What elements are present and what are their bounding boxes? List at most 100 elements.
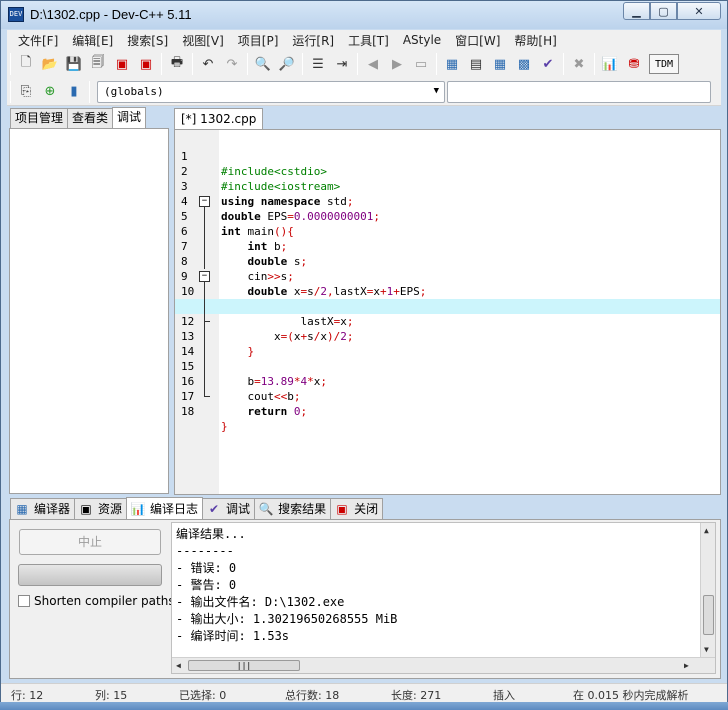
- code-line[interactable]: 9 double x=s/2,lastX=x+1+EPS;: [175, 254, 720, 298]
- menu-edit[interactable]: 编辑[E]: [65, 32, 120, 49]
- redo-icon[interactable]: ↷: [222, 54, 242, 74]
- code-editor[interactable]: 1 #include<cstdio> 2 #include<iostream> …: [174, 129, 721, 495]
- goto-line-icon[interactable]: ⇥: [332, 54, 352, 74]
- code-line[interactable]: 4 double EPS=0.0000000001;: [175, 179, 720, 223]
- toolbar-separator: [357, 53, 358, 75]
- code-line[interactable]: 15 b=13.89*4*x;: [175, 344, 720, 388]
- maximize-button[interactable]: ▢: [650, 2, 677, 20]
- compiler-select[interactable]: TDM: [649, 54, 679, 74]
- code-line[interactable]: 5 int main(){: [175, 194, 720, 238]
- grid-icon: ▦: [16, 502, 28, 516]
- tab-compile-log-label: 编译日志: [150, 501, 199, 516]
- code-line[interactable]: 13 }: [175, 314, 720, 358]
- print-icon[interactable]: 🖶: [167, 54, 187, 74]
- save-icon[interactable]: 💾: [64, 54, 84, 74]
- secondary-toolbar: ⎘ ⊕ ▮ (globals) ▼: [7, 78, 721, 106]
- tab-debug-output[interactable]: ✔ 调试: [202, 498, 256, 519]
- code-line[interactable]: 17 return 0;: [175, 374, 720, 418]
- tab-debug[interactable]: 调试: [112, 107, 147, 128]
- tab-close[interactable]: ▣ 关闭: [330, 498, 384, 519]
- stop-execution-icon[interactable]: ✖: [569, 54, 589, 74]
- menu-astyle[interactable]: AStyle: [396, 33, 448, 47]
- replace-icon[interactable]: 🔎: [277, 54, 297, 74]
- menu-window[interactable]: 窗口[W]: [448, 32, 507, 49]
- fold-collapse-icon[interactable]: −: [199, 196, 210, 207]
- function-combo[interactable]: [447, 80, 711, 103]
- tab-search-results[interactable]: 🔍 搜索结果: [254, 498, 332, 519]
- log-vertical-scrollbar[interactable]: ▲ ▼: [700, 523, 715, 657]
- code-line[interactable]: 1 #include<cstdio>: [175, 134, 720, 178]
- compile-run-icon[interactable]: ▦: [490, 54, 510, 74]
- menu-search[interactable]: 搜索[S]: [120, 32, 175, 49]
- menu-tools[interactable]: 工具[T]: [341, 32, 396, 49]
- code-line-current[interactable]: 12 x=(x+s/x)/2;: [175, 299, 720, 343]
- scroll-left-icon[interactable]: ◀: [176, 661, 181, 670]
- log-line: - 输出大小: 1.30219650268555 MiB: [176, 612, 398, 626]
- delete-profile-icon[interactable]: ⛃: [624, 54, 644, 74]
- taskbar-strip: [0, 702, 728, 710]
- shorten-paths-checkbox[interactable]: [18, 595, 30, 607]
- undo-icon[interactable]: ↶: [198, 54, 218, 74]
- bookmark-next-icon[interactable]: ▶: [387, 54, 407, 74]
- project-options-icon[interactable]: ▮: [64, 82, 84, 102]
- scroll-up-icon[interactable]: ▲: [704, 526, 709, 535]
- toolbar-separator: [89, 80, 90, 103]
- tab-compile-log[interactable]: 📊 编译日志: [126, 497, 204, 519]
- code-line[interactable]: 11 lastX=x;: [175, 284, 720, 328]
- tab-resources[interactable]: ▣ 资源: [74, 498, 128, 519]
- status-total-lines: 总行数: 18: [285, 689, 340, 702]
- run-icon[interactable]: ▤: [466, 54, 486, 74]
- menu-project[interactable]: 项目[P]: [231, 32, 286, 49]
- code-line[interactable]: 14: [175, 329, 720, 358]
- bookmark-prev-icon[interactable]: ◀: [363, 54, 383, 74]
- scroll-down-icon[interactable]: ▼: [704, 645, 709, 654]
- tab-1302-cpp[interactable]: [*] 1302.cpp: [174, 108, 264, 129]
- scope-combo[interactable]: (globals) ▼: [97, 80, 445, 103]
- tab-class-view[interactable]: 查看类: [67, 108, 114, 128]
- indent-icon[interactable]: ☰: [308, 54, 328, 74]
- stop-button[interactable]: 中止: [19, 529, 161, 555]
- debug-panel[interactable]: [9, 128, 169, 494]
- minimize-button[interactable]: ▁: [623, 2, 650, 20]
- menu-run[interactable]: 运行[R]: [285, 32, 341, 49]
- menu-view[interactable]: 视图[V]: [175, 32, 231, 49]
- code-line[interactable]: 6 int b;: [175, 209, 720, 253]
- add-file-icon[interactable]: ⊕: [40, 82, 60, 102]
- tab-compiler[interactable]: ▦ 编译器: [10, 498, 76, 519]
- close-file-icon[interactable]: ▣: [112, 54, 132, 74]
- chevron-down-icon[interactable]: ▼: [434, 86, 439, 96]
- log-horizontal-scroll-thumb[interactable]: |||: [188, 660, 300, 671]
- compile-log-panel: 中止 Shorten compiler paths 编译结果... ------…: [9, 519, 721, 679]
- new-file-icon[interactable]: 🗋: [16, 54, 36, 74]
- rebuild-all-icon[interactable]: ▩: [514, 54, 534, 74]
- compile-icon[interactable]: ▦: [442, 54, 462, 74]
- title-bar: DEV D:\1302.cpp - Dev-C++ 5.11 ▁ ▢ ✕: [1, 1, 727, 29]
- tab-project-manager[interactable]: 项目管理: [10, 108, 69, 128]
- code-line[interactable]: 10 while(x-lastX>EPS||lastX-x>EPS){: [175, 269, 720, 313]
- class-browser-icon[interactable]: ⎘: [16, 82, 36, 102]
- find-icon[interactable]: 🔍: [253, 54, 273, 74]
- fold-collapse-icon[interactable]: −: [199, 271, 210, 282]
- code-text: return 0;: [247, 405, 308, 418]
- code-line[interactable]: 18 }: [175, 389, 720, 433]
- syntax-check-icon[interactable]: ✔: [538, 54, 558, 74]
- menu-help[interactable]: 帮助[H]: [507, 32, 563, 49]
- main-toolbar: 🗋 📂 💾 🗐 ▣ ▣ 🖶 ↶ ↷ 🔍 🔎 ☰ ⇥ ◀ ▶ ▭ ▦ ▤ ▦ ▩ …: [7, 50, 721, 78]
- menu-file[interactable]: 文件[F]: [11, 32, 65, 49]
- code-line[interactable]: 16 cout<<b;: [175, 359, 720, 403]
- shorten-paths-option[interactable]: Shorten compiler paths: [18, 594, 175, 608]
- scroll-right-icon[interactable]: ▶: [684, 661, 689, 670]
- compile-log-output[interactable]: 编译结果... -------- - 错误: 0 - 警告: 0 - 输出文件名…: [171, 522, 716, 674]
- open-file-icon[interactable]: 📂: [40, 54, 60, 74]
- log-horizontal-scrollbar[interactable]: ◀ ||| ▶: [172, 657, 715, 673]
- code-line[interactable]: 3 using namespace std;: [175, 164, 720, 208]
- close-all-icon[interactable]: ▣: [136, 54, 156, 74]
- code-line[interactable]: 2 #include<iostream>: [175, 149, 720, 193]
- code-line[interactable]: 7 double s;: [175, 224, 720, 268]
- log-vertical-scroll-thumb[interactable]: [703, 595, 714, 635]
- close-window-button[interactable]: ✕: [677, 2, 721, 20]
- code-line[interactable]: 8 cin>>s;: [175, 239, 720, 283]
- comment-icon[interactable]: ▭: [411, 54, 431, 74]
- save-all-icon[interactable]: 🗐: [88, 54, 108, 74]
- profile-chart-icon[interactable]: 📊: [600, 54, 620, 74]
